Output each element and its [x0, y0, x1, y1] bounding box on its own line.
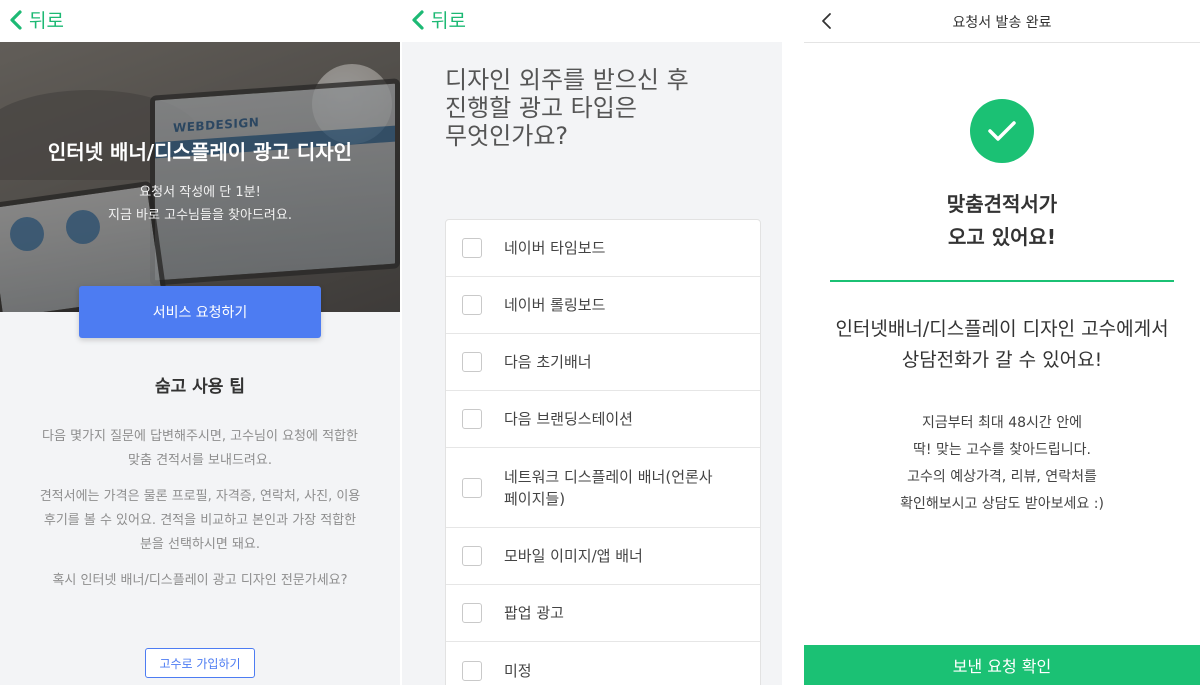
option-daum-branding-station[interactable]: 다음 브랜딩스테이션: [446, 391, 760, 448]
question-screen: 뒤로 디자인 외주를 받으신 후 진행할 광고 타입은 무엇인가요? 네이버 타…: [402, 0, 782, 685]
hero-title: 인터넷 배너/디스플레이 광고 디자인: [47, 140, 353, 164]
check-sent-request-button[interactable]: 보낸 요청 확인: [804, 645, 1200, 685]
option-label: 미정: [504, 661, 532, 680]
option-daum-initial-banner[interactable]: 다음 초기배너: [446, 334, 760, 391]
hero-subtitle-line1: 요청서 작성에 단 1분!: [139, 185, 261, 200]
tips-paragraph-2-line3: 분을 선택하시면 돼요.: [139, 537, 261, 552]
back-label: 뒤로: [431, 10, 466, 32]
check-circle-icon: [970, 99, 1034, 163]
back-button[interactable]: 뒤로: [8, 6, 64, 33]
chevron-left-icon: [412, 9, 424, 30]
hero-subtitle-line2: 지금 바로 고수님들을 찾아드려요.: [108, 208, 292, 223]
hero-banner: WEBDESIGN: [0, 42, 400, 312]
tips-paragraph-1-line1: 다음 몇가지 질문에 답변해주시면, 고수님이 요청에 적합한: [42, 429, 358, 444]
option-label: 다음 브랜딩스테이션: [504, 410, 633, 428]
divider: [830, 280, 1174, 282]
checkbox[interactable]: [462, 546, 482, 566]
option-label-line1: 네트워크 디스플레이 배너(언론사: [504, 467, 713, 486]
chevron-left-icon: [10, 9, 22, 30]
header-divider: [804, 42, 1200, 43]
checkbox[interactable]: [462, 660, 482, 681]
done-title-line1: 맞춤견적서가: [946, 192, 1058, 216]
option-label: 네트워크 디스플레이 배너(언론사 페이지들): [504, 466, 713, 510]
tips-paragraph-2-line1: 견적서에는 가격은 물론 프로필, 자격증, 연락처, 사진, 이용: [39, 489, 361, 504]
back-button[interactable]: 뒤로: [410, 6, 466, 33]
done-title-line2: 오고 있어요!: [947, 225, 1057, 249]
checkbox[interactable]: [462, 477, 482, 498]
done-message: 인터넷배너/디스플레이 디자인 고수에게서 상담전화가 갈 수 있어요!: [804, 314, 1200, 376]
info-line: 확인해보시고 상담도 받아보세요 :): [900, 496, 1104, 512]
question-line: 디자인 외주를 받으신 후: [445, 66, 689, 94]
done-message-line2: 상담전화가 갈 수 있어요!: [901, 349, 1103, 371]
option-naver-rollingboard[interactable]: 네이버 롤링보드: [446, 277, 760, 334]
tips-paragraph-2-line2: 후기를 볼 수 있어요. 견적을 비교하고 본인과 가장 적합한: [43, 513, 357, 528]
checkbox[interactable]: [462, 238, 482, 258]
request-service-button[interactable]: 서비스 요청하기: [79, 286, 321, 338]
option-undecided[interactable]: 미정: [446, 642, 760, 685]
top-bar: 뒤로: [0, 0, 400, 42]
option-label: 다음 초기배너: [504, 353, 592, 371]
tips-paragraph-3: 혹시 인터넷 배너/디스플레이 광고 디자인 전문가세요?: [52, 573, 348, 588]
option-label: 모바일 이미지/앱 배너: [504, 547, 643, 565]
option-naver-timeboard[interactable]: 네이버 타임보드: [446, 220, 760, 277]
signup-as-pro-button[interactable]: 고수로 가입하기: [145, 648, 255, 678]
question-line: 무엇인가요?: [445, 122, 569, 150]
back-label: 뒤로: [29, 10, 64, 32]
checkbox[interactable]: [462, 295, 482, 315]
question-line: 진행할 광고 타입은: [445, 94, 637, 122]
option-label-line2: 페이지들): [504, 489, 566, 508]
request-complete-screen: 요청서 발송 완료 맞춤견적서가 오고 있어요! 인터넷배너/디스플레이 디자인…: [804, 0, 1200, 685]
info-line: 고수의 예상가격, 리뷰, 연락처를: [907, 469, 1097, 485]
option-mobile-image-app-banner[interactable]: 모바일 이미지/앱 배너: [446, 528, 760, 585]
done-info: 지금부터 최대 48시간 안에 딱! 맞는 고수를 찾아드립니다. 고수의 예상…: [804, 410, 1200, 518]
header-title: 요청서 발송 완료: [952, 15, 1052, 31]
option-label: 네이버 롤링보드: [504, 296, 606, 314]
checkbox[interactable]: [462, 603, 482, 623]
question-title: 디자인 외주를 받으신 후 진행할 광고 타입은 무엇인가요?: [445, 66, 765, 150]
info-line: 지금부터 최대 48시간 안에: [922, 415, 1082, 431]
info-line: 딱! 맞는 고수를 찾아드립니다.: [913, 442, 1091, 458]
done-title: 맞춤견적서가 오고 있어요!: [804, 188, 1200, 254]
tips-title: 숨고 사용 팁: [154, 377, 246, 397]
option-label: 팝업 광고: [504, 604, 564, 622]
option-popup-ad[interactable]: 팝업 광고: [446, 585, 760, 642]
checkbox[interactable]: [462, 409, 482, 429]
option-network-display-banner[interactable]: 네트워크 디스플레이 배너(언론사 페이지들): [446, 448, 760, 528]
done-message-line1: 인터넷배너/디스플레이 디자인 고수에게서: [835, 318, 1169, 340]
top-bar: 뒤로: [402, 0, 782, 42]
checkbox[interactable]: [462, 352, 482, 372]
ad-type-options: 네이버 타임보드 네이버 롤링보드 다음 초기배너 다음 브랜딩스테이션 네트워…: [445, 219, 761, 685]
option-label: 네이버 타임보드: [504, 239, 606, 257]
tips-paragraph-1-line2: 맞춤 견적서를 보내드려요.: [128, 453, 272, 468]
service-intro-screen: 뒤로 WEBDESIGN 인터넷 배너/디스플레이 광고 디자인 요청서 작성에…: [0, 0, 400, 685]
